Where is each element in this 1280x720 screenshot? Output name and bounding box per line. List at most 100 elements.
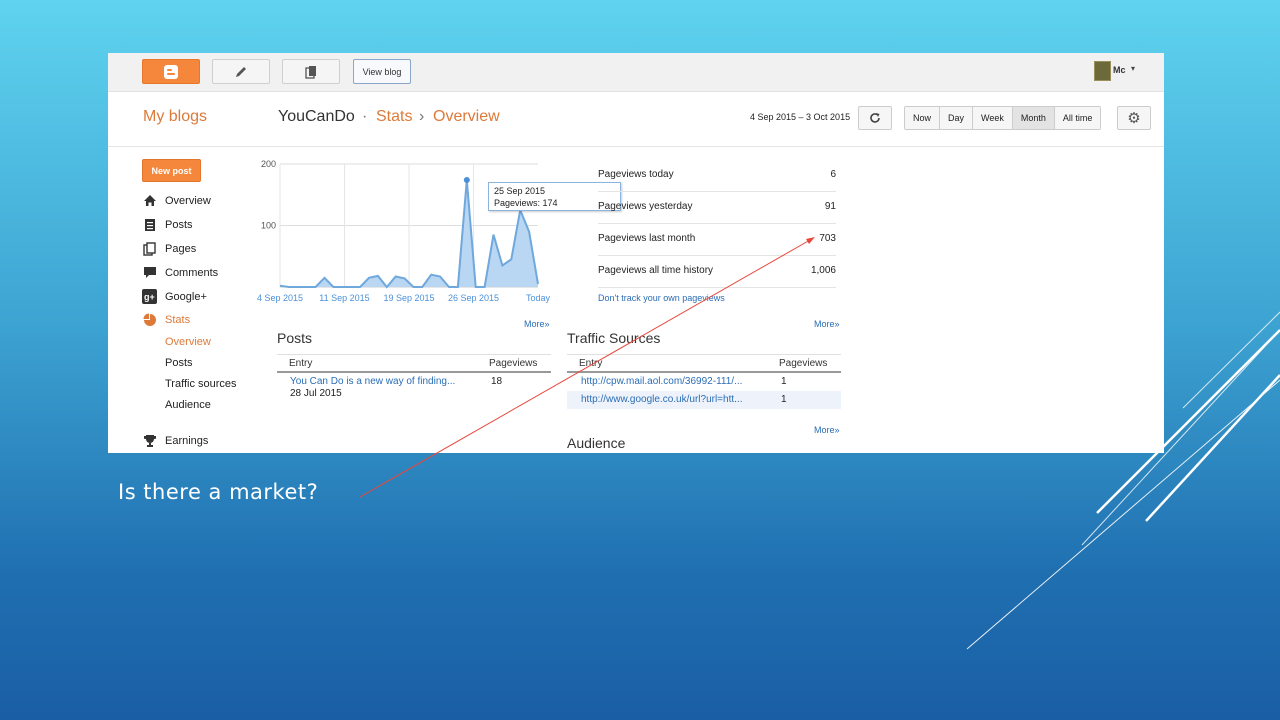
trophy-icon [142,433,157,448]
traffic-more-link[interactable]: More» [814,319,840,329]
stats-sub-audience[interactable]: Audience [165,399,211,411]
sidebar-item-overview[interactable]: Overview [142,193,211,208]
pageviews-summary: Pageviews today 6 Pageviews yesterday 91… [598,160,836,288]
col-pageviews: Pageviews [489,358,538,369]
x-tick-label: 4 Sep 2015 [257,293,303,303]
range-selector: Now Day Week Month All time [904,106,1102,130]
sidebar-item-label: Earnings [165,434,209,447]
traffic-pageviews: 1 [781,376,787,387]
x-tick-label: Today [526,293,551,303]
pageviews-chart-svg: 200 100 4 Sep 2015 11 Sep 2015 19 Sep 2015 26… [257,159,551,303]
stats-pie-icon [142,312,157,327]
table-row: http://cpw.mail.aol.com/36992-111/... 1 [567,373,841,391]
sidebar-item-stats[interactable]: Stats [142,312,190,327]
refresh-icon [870,113,880,123]
sidebar-item-posts[interactable]: Posts [142,217,193,232]
stats-sub-posts[interactable]: Posts [165,357,193,369]
dont-track-link[interactable]: Don't track your own pageviews [598,293,725,303]
pageviews-chart: 200 100 4 Sep 2015 11 Sep 2015 19 Sep 2015 26… [248,156,568,306]
blogger-logo-icon [164,64,178,79]
top-toolbar: View blog Mc ▾ [108,53,1164,92]
highlight-point [463,176,470,183]
traffic-entry-link[interactable]: http://www.google.co.uk/url?url=htt... [581,394,742,405]
pencil-icon [236,66,246,77]
pageviews-label: Pageviews last month [598,233,696,244]
range-day-button[interactable]: Day [940,107,974,129]
sidebar-item-label: Pages [165,242,197,255]
sidebar-item-label: Comments [165,266,219,279]
new-post-button[interactable]: New post [142,159,201,182]
post-date: 28 Jul 2015 [290,388,342,399]
pageviews-row: Pageviews all time history 1,006 [598,256,836,288]
x-tick-label: 26 Sep 2015 [448,293,499,303]
sidebar-item-google-plus[interactable]: g+ Google+ [142,289,207,304]
svg-text:g+: g+ [144,292,155,302]
user-name[interactable]: Mc [1113,65,1126,75]
date-range: 4 Sep 2015 – 3 Oct 2015 [750,112,851,122]
my-blogs-link[interactable]: My blogs [143,108,207,126]
sidebar-item-earnings[interactable]: Earnings [142,433,208,448]
pageviews-value: 6 [830,169,836,180]
pageviews-value: 703 [819,233,836,244]
sidebar-item-label: Google+ [165,290,207,303]
edit-post-button[interactable] [212,59,270,84]
posts-table: Entry Pageviews You Can Do is a new way … [277,354,551,391]
range-week-button[interactable]: Week [973,107,1013,129]
breadcrumb-blog[interactable]: YouCanDo [278,108,355,126]
stats-sub-traffic-sources[interactable]: Traffic sources [165,378,237,390]
blogger-screenshot: View blog Mc ▾ My blogs YouCanDo · Stats… [108,53,1164,453]
posts-icon [142,217,157,232]
pages-icon [142,241,157,256]
stats-sub-overview[interactable]: Overview [165,336,211,348]
table-header: Entry Pageviews [277,354,551,373]
pageviews-row: Pageviews today 6 [598,160,836,192]
table-row: http://www.google.co.uk/url?url=htt... 1 [567,391,841,409]
pageviews-label: Pageviews all time history [598,265,714,276]
pageviews-row: Pageviews yesterday 91 [598,192,836,224]
traffic-section-title: Traffic Sources [567,330,661,346]
table-header: Entry Pageviews [567,354,841,373]
documents-icon [305,65,316,79]
slide-caption: Is there a market? [118,480,319,504]
posts-list-button[interactable] [282,59,340,84]
breadcrumb-arrow: › [419,108,425,125]
sidebar-item-pages[interactable]: Pages [142,241,196,256]
sidebar-item-label: Posts [165,218,193,231]
view-blog-button[interactable]: View blog [353,59,411,84]
tooltip-value: Pageviews: 174 [494,198,558,208]
traffic-entry-link[interactable]: http://cpw.mail.aol.com/36992-111/... [581,376,742,387]
traffic-table: Entry Pageviews http://cpw.mail.aol.com/… [567,354,841,409]
post-pageviews: 18 [491,376,503,387]
gear-icon: ⚙ [1127,110,1141,127]
posts-section-title: Posts [277,330,313,346]
google-plus-icon: g+ [142,289,157,304]
sidebar-item-comments[interactable]: Comments [142,265,218,280]
posts-more-link[interactable]: More» [524,319,550,329]
home-icon [142,193,157,208]
pageviews-value: 91 [824,201,836,212]
range-now-button[interactable]: Now [905,107,941,129]
breadcrumb-stats[interactable]: Stats [376,108,412,126]
breadcrumb-overview: Overview [433,108,500,125]
range-alltime-button[interactable]: All time [1054,107,1101,129]
blogger-logo-button[interactable] [142,59,200,84]
x-tick-label: 19 Sep 2015 [383,293,434,303]
refresh-button[interactable] [858,106,892,130]
breadcrumb-separator: · [362,108,368,125]
chevron-down-icon[interactable]: ▾ [1131,64,1135,73]
x-tick-label: 11 Sep 2015 [319,293,369,303]
settings-button[interactable]: ⚙ [1117,106,1151,130]
y-tick-label: 100 [261,221,276,231]
pageviews-row: Pageviews last month 703 [598,224,836,256]
col-pageviews: Pageviews [779,358,828,369]
y-tick-label: 200 [261,159,276,169]
comments-icon [142,265,157,280]
post-entry-link[interactable]: You Can Do is a new way of finding... [290,376,455,387]
pageviews-label: Pageviews yesterday [598,201,693,212]
col-entry: Entry [579,358,603,369]
audience-more-link[interactable]: More» [814,425,840,435]
avatar[interactable] [1094,61,1111,81]
sidebar-item-label: Overview [165,194,211,207]
range-month-button[interactable]: Month [1012,107,1055,129]
sidebar-item-label: Stats [165,313,191,326]
